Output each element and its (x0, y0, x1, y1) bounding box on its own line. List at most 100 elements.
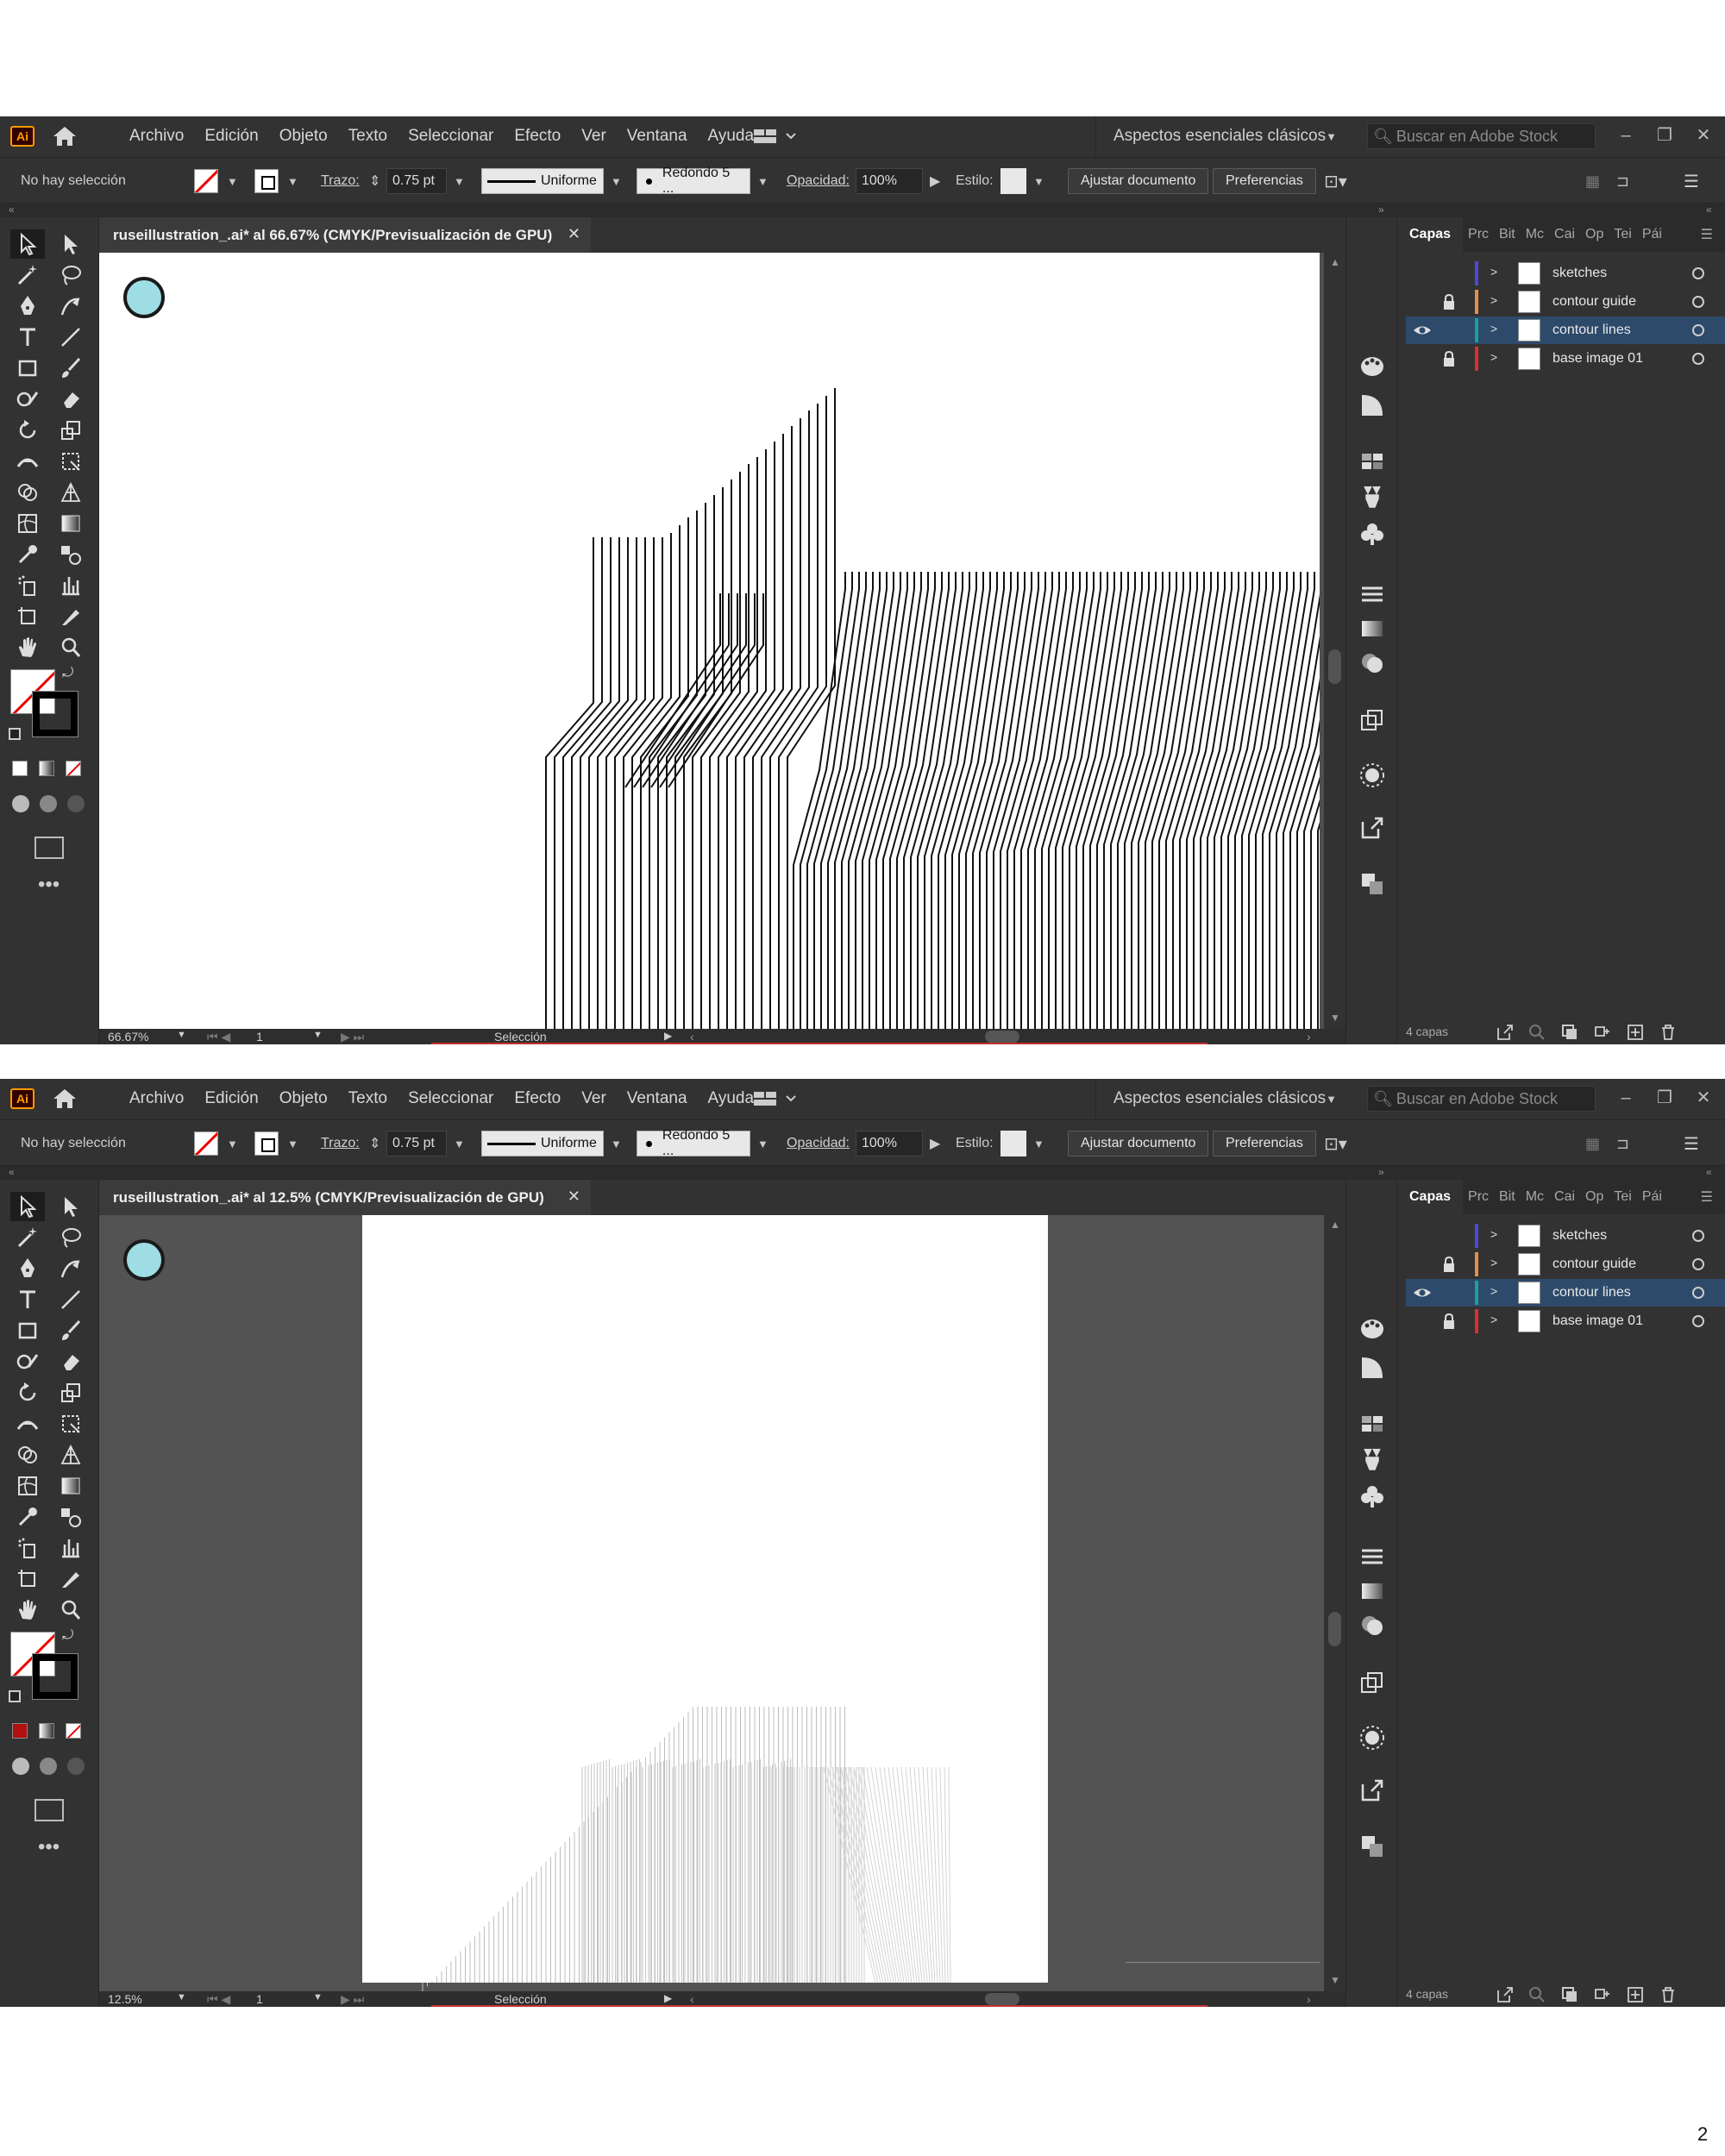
menu-ver[interactable]: Ver (571, 127, 617, 146)
chevron-right-icon[interactable]: > (1490, 1256, 1497, 1269)
panel-menu-icon[interactable]: ☰ (1684, 1120, 1699, 1167)
tab-properties[interactable]: Prc (1463, 1189, 1494, 1205)
chevron-down-icon[interactable]: ▼ (1033, 1120, 1044, 1167)
align-grid-icon[interactable]: ▦ (1585, 158, 1600, 204)
menu-efecto[interactable]: Efecto (504, 1089, 571, 1108)
scroll-right-icon[interactable]: › (1307, 1030, 1311, 1044)
stroke-profile-select[interactable]: Uniforme (481, 168, 604, 194)
width-tool-icon[interactable] (10, 447, 45, 476)
perspective-grid-tool-icon[interactable] (53, 1440, 88, 1470)
layer-name[interactable]: sketches (1552, 1228, 1607, 1244)
zoom-level[interactable]: 66.67% (108, 1030, 148, 1044)
transparency-icon[interactable] (1359, 1613, 1385, 1639)
panel-menu-icon[interactable]: ☰ (1696, 226, 1718, 243)
close-icon[interactable]: ✕ (1690, 1086, 1716, 1112)
chevron-down-icon[interactable]: ▼ (611, 158, 622, 204)
minimize-icon[interactable]: – (1613, 1086, 1639, 1112)
eyedropper-tool-icon[interactable] (10, 1502, 45, 1532)
chevron-down-icon[interactable]: ▼ (454, 158, 465, 204)
blend-tool-icon[interactable] (53, 1502, 88, 1532)
minimize-icon[interactable]: – (1613, 123, 1639, 149)
layer-target-icon[interactable] (1692, 296, 1704, 308)
stroke-panel-icon[interactable] (1359, 581, 1385, 607)
tab-opentype[interactable]: Op (1580, 227, 1609, 242)
magic-wand-tool-icon[interactable] (10, 1223, 45, 1252)
brushes-icon[interactable] (1359, 483, 1385, 509)
layer-name[interactable]: contour guide (1552, 294, 1636, 310)
stroke-weight-field[interactable]: 0.75 pt (386, 1131, 447, 1156)
swap-fill-stroke-icon[interactable]: ⤾ (62, 666, 73, 681)
color-mode-icon[interactable] (12, 1723, 28, 1739)
trash-icon[interactable] (1659, 1024, 1677, 1041)
zoom-tool-icon[interactable] (53, 633, 88, 662)
style-swatch[interactable] (1000, 168, 1026, 194)
chevron-down-icon[interactable]: ▼ (287, 1120, 298, 1167)
document-tab[interactable]: ruseillustration_.ai* al 66.67% (CMYK/Pr… (99, 217, 591, 253)
brush-select[interactable]: Redondo 5 ... (637, 1128, 750, 1158)
screen-mode-icon[interactable] (34, 1799, 64, 1821)
color-guide-icon[interactable] (1359, 1355, 1385, 1381)
lock-icon[interactable] (1442, 293, 1456, 310)
selection-tool-icon[interactable] (10, 229, 45, 259)
stock-search-input[interactable]: 🔍︎ Buscar en Adobe Stock (1367, 1086, 1596, 1112)
preferences-button[interactable]: Preferencias (1213, 168, 1316, 194)
mesh-tool-icon[interactable] (10, 1471, 45, 1501)
line-tool-icon[interactable] (53, 323, 88, 352)
locate-object-icon[interactable] (1528, 1986, 1546, 2003)
tab-text[interactable]: Tei (1609, 1189, 1636, 1205)
opacity-label[interactable]: Opacidad: (787, 158, 850, 204)
export-icon[interactable] (1359, 1777, 1385, 1803)
distribute-icon[interactable]: ⊐ (1616, 158, 1629, 204)
chevron-right-icon[interactable]: ▶ (930, 1120, 940, 1167)
tab-magic[interactable]: Mc (1521, 1189, 1549, 1205)
opacity-label[interactable]: Opacidad: (787, 1120, 850, 1167)
layer-row[interactable]: > contour lines (1406, 317, 1725, 344)
artboard-tool-icon[interactable] (10, 1564, 45, 1594)
transparency-icon[interactable] (1359, 650, 1385, 676)
menu-seleccionar[interactable]: Seleccionar (398, 1089, 504, 1108)
opacity-field[interactable]: 100% (856, 1131, 923, 1156)
stroke-color-icon[interactable] (32, 691, 78, 737)
menu-seleccionar[interactable]: Seleccionar (398, 127, 504, 146)
chevron-down-icon[interactable]: ▼ (227, 1120, 238, 1167)
locate-object-icon[interactable] (1528, 1024, 1546, 1041)
workspace-switcher[interactable]: Aspectos esenciales clásicos ▼ (1095, 1079, 1344, 1119)
curvature-tool-icon[interactable] (53, 291, 88, 321)
stroke-color-icon[interactable] (32, 1653, 78, 1700)
image-trace-icon[interactable] (1359, 1670, 1385, 1695)
tab-paragraph[interactable]: Pái (1637, 227, 1667, 242)
shape-builder-tool-icon[interactable] (10, 478, 45, 507)
tab-opentype[interactable]: Op (1580, 1189, 1609, 1205)
symbol-sprayer-tool-icon[interactable] (10, 571, 45, 600)
eye-icon[interactable] (1413, 1285, 1432, 1300)
color-palette-icon[interactable] (1359, 354, 1385, 379)
rectangle-tool-icon[interactable] (10, 354, 45, 383)
artboard-prev-icon[interactable]: ⏮ ◀ (207, 1030, 230, 1044)
shaper-tool-icon[interactable] (10, 1347, 45, 1376)
gradient-mode-icon[interactable] (39, 1723, 54, 1739)
artboard-number[interactable]: 1 (256, 1992, 263, 2006)
canvas[interactable] (99, 1215, 1324, 1991)
document-setup-button[interactable]: Ajustar documento (1068, 1131, 1209, 1156)
selection-tool-icon[interactable] (10, 1192, 45, 1221)
layer-name[interactable]: contour lines (1552, 323, 1631, 338)
arrange-documents-icon[interactable] (752, 1089, 797, 1108)
layer-target-icon[interactable] (1692, 353, 1704, 365)
image-trace-icon[interactable] (1359, 707, 1385, 733)
chevron-right-icon[interactable]: > (1490, 1284, 1497, 1298)
distribute-icon[interactable]: ⊐ (1616, 1120, 1629, 1167)
menu-archivo[interactable]: Archivo (119, 127, 194, 146)
opacity-field[interactable]: 100% (856, 168, 923, 194)
layer-row[interactable]: > contour lines (1406, 1279, 1725, 1307)
stroke-label[interactable]: Trazo: (321, 1120, 360, 1167)
new-layer-icon[interactable] (1627, 1024, 1644, 1041)
artboard-next-icon[interactable]: ▶ ⏭ (341, 1992, 364, 2007)
chevron-down-icon[interactable]: ▼ (611, 1120, 622, 1167)
appearance-icon[interactable] (1359, 1725, 1385, 1751)
stroke-profile-select[interactable]: Uniforme (481, 1131, 604, 1156)
artboard-prev-icon[interactable]: ⏮ ◀ (207, 1992, 230, 2007)
scroll-left-icon[interactable]: ‹ (690, 1992, 694, 2006)
close-icon[interactable]: ✕ (568, 1188, 580, 1206)
free-transform-tool-icon[interactable] (53, 1409, 88, 1438)
chevron-right-icon[interactable]: > (1490, 350, 1497, 364)
